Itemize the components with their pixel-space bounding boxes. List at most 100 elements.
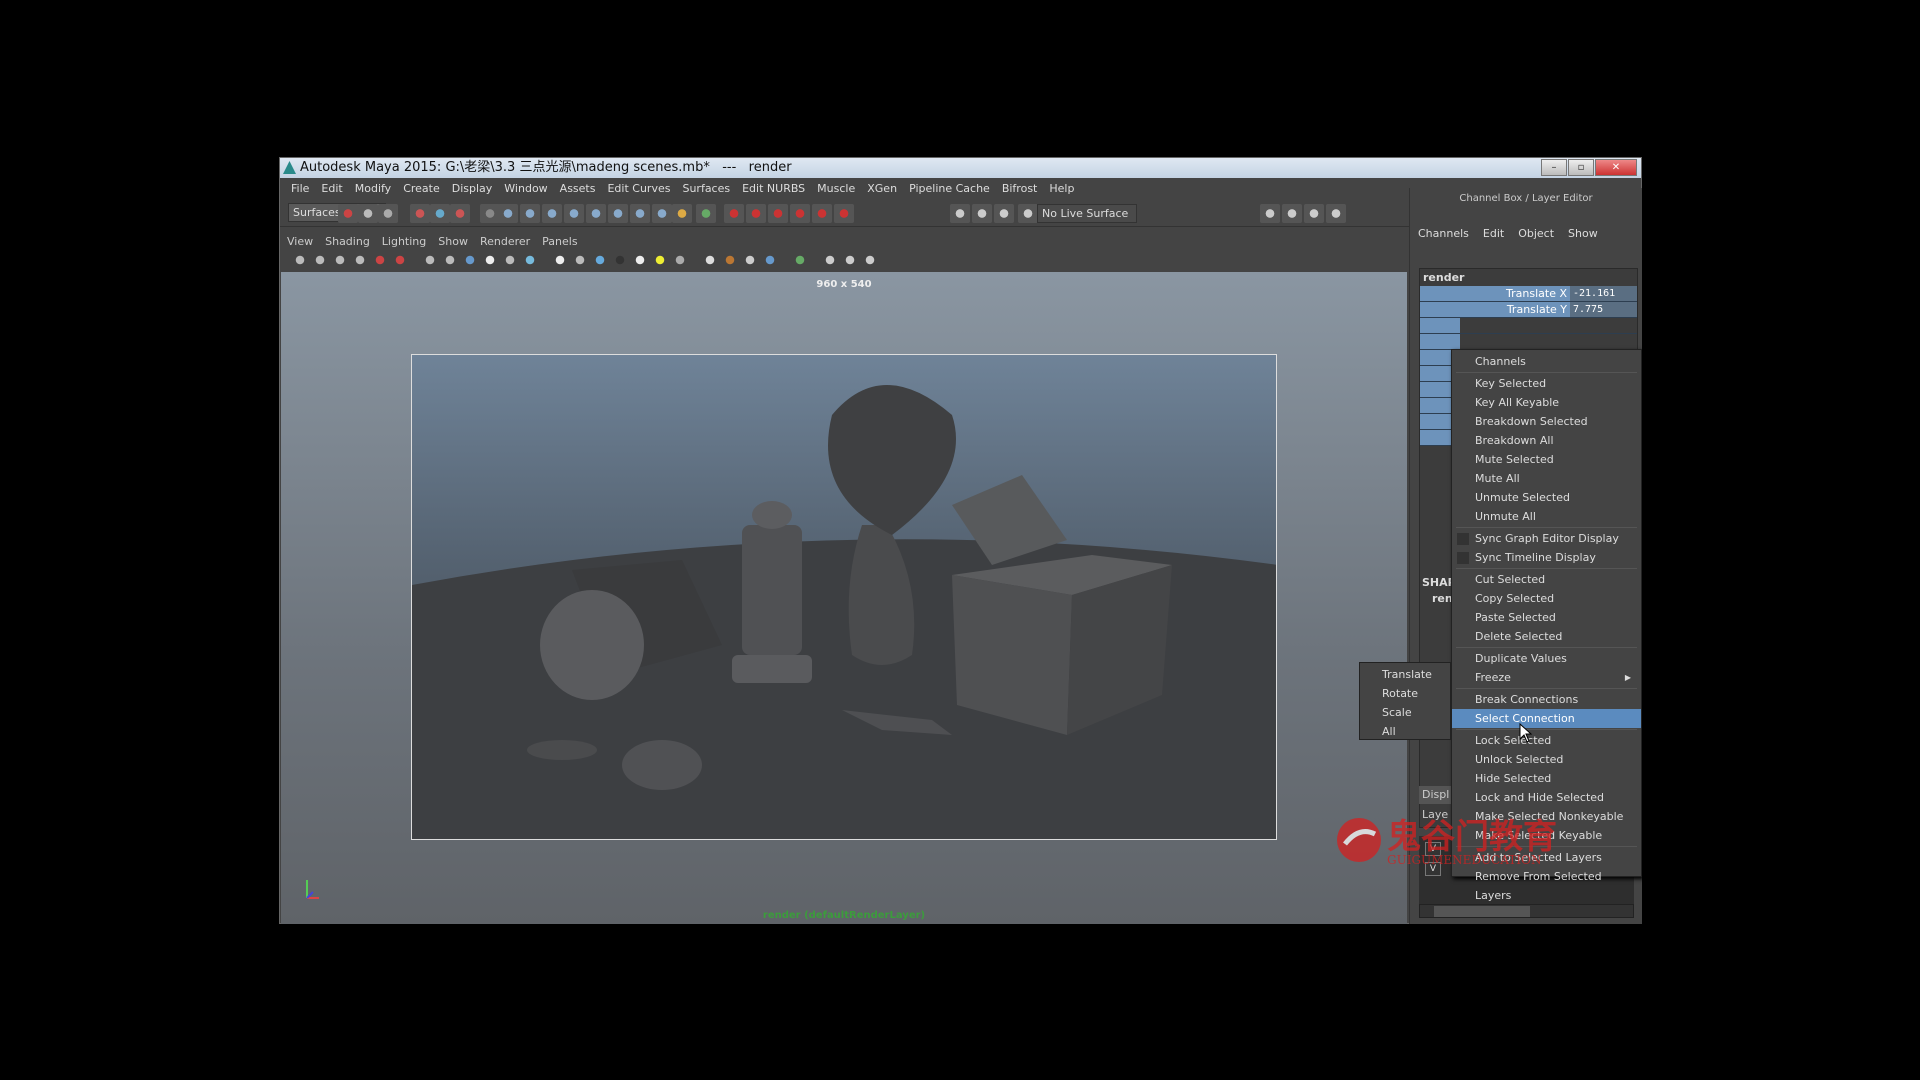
channel-value-field[interactable]: 7.775 (1570, 302, 1637, 317)
menu-item-mute-selected[interactable]: Mute Selected (1452, 450, 1641, 469)
freeze-translate[interactable]: Translate (1360, 665, 1450, 684)
menu-item-cut-selected[interactable]: Cut Selected (1452, 570, 1641, 589)
live-surface-field[interactable]: No Live Surface (1037, 204, 1137, 223)
menu-display[interactable]: Display (446, 179, 499, 198)
panel-menu-panels[interactable]: Panels (542, 233, 585, 250)
menu-item-unmute-all[interactable]: Unmute All (1452, 507, 1641, 526)
toolbar-tool-icon[interactable] (790, 204, 810, 223)
panel-tool-icon[interactable] (653, 253, 667, 267)
panel-tool-icon[interactable] (463, 253, 477, 267)
menu-item-breakdown-all[interactable]: Breakdown All (1452, 431, 1641, 450)
toolbar-tool-icon[interactable] (724, 204, 744, 223)
channel-row[interactable] (1420, 318, 1637, 334)
panel-tool-icon[interactable] (423, 253, 437, 267)
toolbar-tool-icon[interactable] (672, 204, 692, 223)
toolbar-tool-icon[interactable] (338, 204, 358, 223)
toolbar-tool-icon[interactable] (358, 204, 378, 223)
toolbar-tool-icon[interactable] (498, 204, 518, 223)
horizontal-scrollbar[interactable] (1419, 904, 1634, 918)
toolbar-tool-icon[interactable] (652, 204, 672, 223)
toolbar-tool-icon[interactable] (542, 204, 562, 223)
panel-tool-icon[interactable] (763, 253, 777, 267)
panel-tool-icon[interactable] (393, 253, 407, 267)
menu-item-unlock-selected[interactable]: Unlock Selected (1452, 750, 1641, 769)
toolbar-tool-icon[interactable] (972, 204, 992, 223)
toolbar-tool-icon[interactable] (430, 204, 450, 223)
menu-item-channels[interactable]: Channels (1452, 352, 1641, 371)
menu-item-select-connection[interactable]: Select Connection (1452, 709, 1641, 728)
panel-tool-icon[interactable] (333, 253, 347, 267)
channel-row[interactable]: Translate Y 7.775 (1420, 302, 1637, 318)
channel-box-menu-show[interactable]: Show (1568, 227, 1598, 240)
channel-box-menu-edit[interactable]: Edit (1483, 227, 1504, 240)
channel-row[interactable] (1420, 334, 1637, 350)
toolbar-tool-icon[interactable] (812, 204, 832, 223)
menu-edit-curves[interactable]: Edit Curves (601, 179, 676, 198)
menu-window[interactable]: Window (498, 179, 553, 198)
panel-tool-icon[interactable] (793, 253, 807, 267)
menu-item-lock-selected[interactable]: Lock Selected (1452, 731, 1641, 750)
menu-pipeline-cache[interactable]: Pipeline Cache (903, 179, 996, 198)
panel-tool-icon[interactable] (843, 253, 857, 267)
panel-menu-shading[interactable]: Shading (325, 233, 378, 250)
panel-menu-renderer[interactable]: Renderer (480, 233, 538, 250)
toolbar-tool-icon[interactable] (586, 204, 606, 223)
close-button[interactable]: ✕ (1595, 159, 1637, 176)
menu-edit[interactable]: Edit (315, 179, 348, 198)
menu-item-delete-selected[interactable]: Delete Selected (1452, 627, 1641, 646)
toolbar-tool-icon[interactable] (480, 204, 500, 223)
menu-item-remove-from-selected-layers[interactable]: Remove From Selected Layers (1452, 867, 1641, 902)
panel-menu-show[interactable]: Show (438, 233, 476, 250)
menu-item-freeze[interactable]: Freeze ▶ (1452, 668, 1641, 687)
freeze-scale[interactable]: Scale (1360, 703, 1450, 722)
panel-tool-icon[interactable] (723, 253, 737, 267)
menu-bifrost[interactable]: Bifrost (996, 179, 1044, 198)
panel-tool-icon[interactable] (703, 253, 717, 267)
menu-item-breakdown-selected[interactable]: Breakdown Selected (1452, 412, 1641, 431)
menu-item-duplicate-values[interactable]: Duplicate Values (1452, 649, 1641, 668)
panel-tool-icon[interactable] (443, 253, 457, 267)
panel-tool-icon[interactable] (673, 253, 687, 267)
panel-tool-icon[interactable] (313, 253, 327, 267)
panel-tool-icon[interactable] (353, 253, 367, 267)
toolbar-tool-icon[interactable] (768, 204, 788, 223)
freeze-all[interactable]: All (1360, 722, 1450, 741)
menu-assets[interactable]: Assets (554, 179, 602, 198)
panel-tool-icon[interactable] (743, 253, 757, 267)
viewport[interactable]: 960 x 540 render (defaultRenderLayer) (281, 272, 1407, 924)
panel-tool-icon[interactable] (553, 253, 567, 267)
maximize-button[interactable]: ▫ (1568, 159, 1594, 176)
scrollbar-thumb[interactable] (1434, 906, 1530, 917)
menu-muscle[interactable]: Muscle (811, 179, 861, 198)
panel-tool-icon[interactable] (293, 253, 307, 267)
menu-xgen[interactable]: XGen (861, 179, 903, 198)
toolbar-tool-icon[interactable] (1326, 204, 1346, 223)
channel-value-field[interactable]: -21.161 (1570, 286, 1637, 301)
toolbar-tool-icon[interactable] (378, 204, 398, 223)
toolbar-tool-icon[interactable] (1282, 204, 1302, 223)
menu-file[interactable]: File (285, 179, 315, 198)
panel-tool-icon[interactable] (593, 253, 607, 267)
toolbar-tool-icon[interactable] (1304, 204, 1324, 223)
toolbar-tool-icon[interactable] (630, 204, 650, 223)
panel-tool-icon[interactable] (863, 253, 877, 267)
menu-item-mute-all[interactable]: Mute All (1452, 469, 1641, 488)
panel-tool-icon[interactable] (823, 253, 837, 267)
menu-help[interactable]: Help (1043, 179, 1080, 198)
panel-tool-icon[interactable] (573, 253, 587, 267)
toolbar-tool-icon[interactable] (564, 204, 584, 223)
toolbar-tool-icon[interactable] (608, 204, 628, 223)
menu-item-key-all-keyable[interactable]: Key All Keyable (1452, 393, 1641, 412)
toolbar-tool-icon[interactable] (520, 204, 540, 223)
panel-tool-icon[interactable] (633, 253, 647, 267)
menu-item-sync-timeline-display[interactable]: Sync Timeline Display (1452, 548, 1641, 567)
minimize-button[interactable]: – (1541, 159, 1567, 176)
toolbar-tool-icon[interactable] (696, 204, 716, 223)
menu-edit-nurbs[interactable]: Edit NURBS (736, 179, 811, 198)
menu-modify[interactable]: Modify (349, 179, 397, 198)
toolbar-tool-icon[interactable] (834, 204, 854, 223)
freeze-rotate[interactable]: Rotate (1360, 684, 1450, 703)
channel-row[interactable]: Translate X -21.161 (1420, 286, 1637, 302)
menu-surfaces[interactable]: Surfaces (676, 179, 736, 198)
channel-box-menu-channels[interactable]: Channels (1418, 227, 1469, 240)
